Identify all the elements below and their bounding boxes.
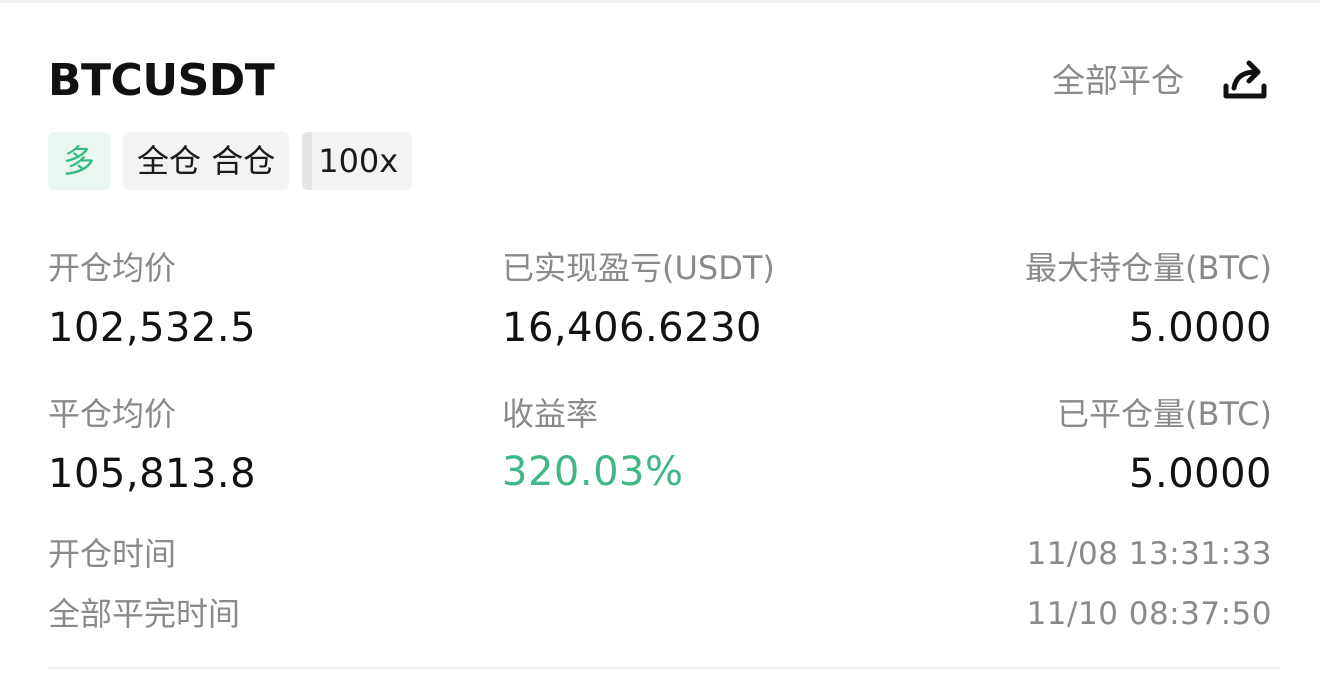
max-position-label: 最大持仓量(BTC) [1025, 249, 1272, 287]
avg-open-price-label: 开仓均价 [48, 249, 177, 287]
top-divider [0, 0, 1320, 3]
bottom-divider [48, 667, 1280, 669]
open-time-value: 11/08 13:31:33 [1026, 536, 1272, 572]
leverage-tag: 100x [302, 132, 413, 190]
full-close-time-value: 11/10 08:37:50 [1026, 596, 1272, 632]
avg-close-price-value: 105,813.8 [48, 451, 257, 497]
realized-pnl-label: 已实现盈亏(USDT) [502, 249, 775, 287]
position-tags: 多 全仓 合仓 100x [48, 132, 413, 190]
avg-close-price-label: 平仓均价 [48, 395, 177, 433]
full-close-time-label: 全部平完时间 [48, 595, 241, 633]
closed-amount-value: 5.0000 [1129, 451, 1272, 497]
avg-open-price-value: 102,532.5 [48, 305, 257, 351]
open-time-label: 开仓时间 [48, 535, 177, 573]
closed-amount-label: 已平仓量(BTC) [1057, 395, 1272, 433]
share-icon[interactable] [1220, 56, 1270, 104]
margin-mode-tag: 全仓 合仓 [123, 132, 290, 190]
side-tag: 多 [48, 132, 111, 190]
max-position-value: 5.0000 [1129, 305, 1272, 351]
symbol-title: BTCUSDT [48, 55, 275, 106]
roi-label: 收益率 [502, 395, 599, 433]
close-all-button[interactable]: 全部平仓 [1052, 58, 1184, 104]
realized-pnl-value: 16,406.6230 [502, 305, 762, 351]
roi-value: 320.03% [502, 449, 684, 495]
